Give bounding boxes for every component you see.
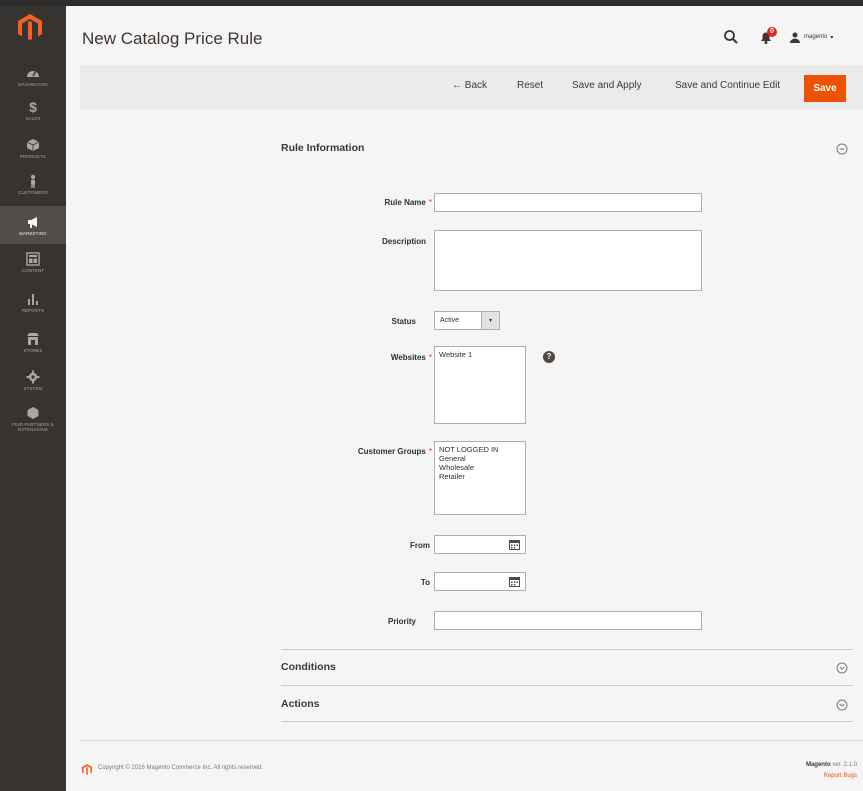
list-item[interactable]: Website 1 [439, 350, 521, 359]
status-selected-value: Active [440, 317, 460, 324]
sidebar-item-content[interactable]: Content [0, 248, 66, 282]
back-button[interactable]: ← Back [452, 80, 487, 91]
help-icon[interactable]: ? [543, 351, 555, 363]
sidebar-item-system[interactable]: System [0, 366, 66, 400]
section-title-conditions[interactable]: Conditions [281, 661, 336, 673]
layout-icon [26, 252, 40, 266]
websites-multiselect[interactable]: Website 1 [434, 346, 526, 424]
expand-icon[interactable] [836, 662, 848, 674]
gear-icon [26, 370, 40, 384]
bar-chart-icon [28, 294, 38, 305]
sidebar-item-marketing[interactable]: Marketing [0, 206, 66, 244]
status-label: Status [391, 317, 416, 326]
websites-label: Websites * [390, 353, 432, 362]
section-title-actions[interactable]: Actions [281, 698, 320, 710]
rule-name-input[interactable] [434, 193, 702, 212]
expand-icon[interactable] [836, 699, 848, 711]
hexagon-icon [27, 407, 39, 419]
person-icon [30, 174, 36, 188]
list-item[interactable]: General [439, 454, 521, 463]
save-and-continue-edit-button[interactable]: Save and Continue Edit [675, 80, 780, 91]
user-name: magento [804, 34, 828, 40]
list-item[interactable]: Retailer [439, 472, 521, 481]
section-divider [281, 685, 853, 686]
dashboard-icon [27, 71, 39, 77]
user-menu[interactable]: magento ▾ [790, 29, 833, 45]
footer-divider [80, 740, 863, 741]
store-icon [27, 333, 39, 345]
cube-icon [26, 139, 40, 151]
description-label: Description [381, 237, 426, 246]
admin-sidebar: Dashboard $ Sales Products Customers Mar… [0, 6, 66, 791]
report-bugs-link[interactable]: Report Bugs [824, 773, 857, 779]
required-asterisk: * [428, 447, 432, 456]
required-asterisk: * [428, 198, 432, 207]
version-text: Magento ver. 2.1.0 [805, 762, 857, 768]
customer-groups-label: Customer Groups * [357, 447, 432, 456]
sidebar-item-stores[interactable]: Stores [0, 328, 66, 362]
save-button[interactable]: Save [804, 75, 846, 102]
from-label: From [410, 541, 430, 550]
chevron-down-icon: ▾ [481, 312, 499, 329]
list-item[interactable]: Wholesale [439, 463, 521, 472]
section-divider [281, 649, 853, 650]
section-divider [281, 721, 853, 722]
status-select[interactable]: Active ▾ [434, 311, 500, 330]
calendar-icon[interactable] [509, 539, 520, 550]
required-asterisk: * [428, 353, 432, 362]
section-title-rule-information[interactable]: Rule Information [281, 142, 364, 154]
priority-input[interactable] [434, 611, 702, 630]
magento-logo-icon [82, 764, 92, 775]
dollar-icon: $ [29, 99, 37, 115]
sidebar-item-products[interactable]: Products [0, 132, 66, 166]
window-top-strip [0, 0, 863, 6]
page-title: New Catalog Price Rule [82, 29, 263, 48]
priority-label: Priority [387, 617, 416, 626]
collapse-icon[interactable] [836, 143, 848, 155]
description-textarea[interactable] [434, 230, 702, 291]
chevron-down-icon: ▾ [830, 34, 834, 41]
to-label: To [420, 578, 430, 587]
search-icon[interactable] [723, 29, 739, 45]
notification-count-badge: 0 [767, 27, 777, 37]
list-item[interactable]: NOT LOGGED IN [439, 445, 521, 454]
sidebar-item-sales[interactable]: $ Sales [0, 96, 66, 130]
magento-logo-icon[interactable] [18, 14, 42, 40]
megaphone-icon [28, 217, 37, 228]
sidebar-item-customers[interactable]: Customers [0, 168, 66, 204]
sidebar-item-reports[interactable]: Reports [0, 288, 66, 322]
user-icon [790, 32, 800, 43]
rule-name-label: Rule Name * [384, 198, 432, 207]
reset-button[interactable]: Reset [517, 80, 543, 91]
save-and-apply-button[interactable]: Save and Apply [572, 80, 642, 91]
sidebar-item-dashboard[interactable]: Dashboard [0, 60, 66, 94]
copyright-text: Copyright © 2016 Magento Commerce Inc. A… [98, 765, 264, 771]
sidebar-item-partners[interactable]: Find Partners & Extensions [0, 404, 66, 444]
calendar-icon[interactable] [509, 576, 520, 587]
customer-groups-multiselect[interactable]: NOT LOGGED IN General Wholesale Retailer [434, 441, 526, 515]
